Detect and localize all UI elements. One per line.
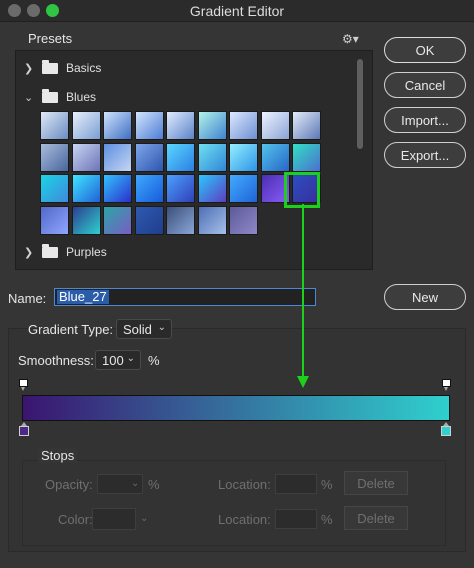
- location-label-color: Location:: [218, 512, 271, 527]
- annotation-arrow-head: [297, 376, 309, 388]
- presets-panel: ❯ Basics ⌄ Blues ❯ Purples: [15, 50, 373, 270]
- title-bar: Gradient Editor: [0, 0, 474, 22]
- presets-scroll-thumb[interactable]: [357, 59, 363, 149]
- gradient-swatch[interactable]: [71, 205, 101, 235]
- gradient-swatch[interactable]: [229, 142, 258, 172]
- opacity-stop-left[interactable]: [19, 379, 28, 391]
- gradient-swatch[interactable]: [197, 111, 227, 140]
- gradient-swatch[interactable]: [197, 205, 227, 235]
- gradient-swatch[interactable]: [103, 174, 132, 203]
- smoothness-label: Smoothness:: [18, 353, 94, 368]
- gradient-swatch[interactable]: [71, 142, 101, 172]
- opacity-unit: %: [148, 477, 160, 492]
- ok-button[interactable]: OK: [384, 37, 466, 63]
- gear-icon[interactable]: ⚙▾: [342, 32, 360, 46]
- gradient-swatch[interactable]: [229, 205, 258, 235]
- folder-label: Blues: [66, 90, 97, 104]
- gradient-swatch[interactable]: [40, 205, 69, 235]
- gradient-swatch[interactable]: [197, 142, 227, 172]
- folder-icon: [42, 243, 58, 258]
- delete-opacity-stop-button[interactable]: Delete: [344, 471, 408, 495]
- gradient-swatch[interactable]: [103, 111, 132, 140]
- location-unit-color: %: [321, 512, 333, 527]
- folder-basics[interactable]: ❯ Basics: [24, 57, 101, 79]
- gradient-swatch[interactable]: [134, 111, 164, 140]
- gradient-swatch[interactable]: [260, 111, 290, 140]
- gradient-swatch[interactable]: [166, 111, 195, 140]
- gradient-swatch[interactable]: [292, 174, 321, 203]
- color-stop-right[interactable]: [441, 422, 451, 438]
- smoothness-value: 100: [102, 352, 124, 368]
- chevron-right-icon[interactable]: ❯: [24, 246, 36, 259]
- delete-color-stop-button[interactable]: Delete: [344, 506, 408, 530]
- annotation-arrow-line: [302, 204, 304, 376]
- folder-label: Basics: [66, 61, 102, 75]
- gradient-swatch[interactable]: [40, 142, 69, 172]
- folder-blues[interactable]: ⌄ Blues: [24, 86, 96, 108]
- folder-purples[interactable]: ❯ Purples: [24, 241, 107, 263]
- name-input[interactable]: Blue_27: [54, 288, 316, 306]
- export-button[interactable]: Export...: [384, 142, 466, 168]
- gradient-swatch[interactable]: [71, 174, 101, 203]
- color-label: Color:: [58, 512, 93, 527]
- gradient-type-value: Solid: [123, 321, 152, 337]
- location-unit-opacity: %: [321, 477, 333, 492]
- chevron-down-icon: ⌄: [126, 353, 135, 364]
- gradient-preview-bar[interactable]: [22, 395, 450, 421]
- gradient-swatch[interactable]: [134, 142, 164, 172]
- cancel-button[interactable]: Cancel: [384, 72, 466, 98]
- gradient-swatch[interactable]: [134, 205, 164, 235]
- gradient-swatch[interactable]: [40, 111, 69, 140]
- name-label: Name:: [8, 291, 47, 306]
- smoothness-unit: %: [148, 353, 160, 368]
- chevron-down-icon: ⌄: [131, 478, 140, 489]
- chevron-down-icon: ⌄: [140, 513, 149, 524]
- chevron-right-icon[interactable]: ❯: [24, 62, 36, 75]
- name-value: Blue_27: [57, 289, 109, 304]
- window-title: Gradient Editor: [189, 3, 285, 19]
- gradient-swatch[interactable]: [166, 205, 195, 235]
- gradient-swatch[interactable]: [260, 142, 290, 172]
- gradient-swatch[interactable]: [292, 142, 321, 172]
- gradient-swatch[interactable]: [71, 111, 101, 140]
- color-swatch-input[interactable]: [92, 508, 136, 530]
- stops-label: Stops: [38, 448, 78, 463]
- opacity-label: Opacity:: [45, 477, 93, 492]
- gradient-type-label: Gradient Type:: [28, 322, 114, 337]
- presets-label: Presets: [28, 31, 73, 46]
- location-input-color[interactable]: [275, 509, 317, 529]
- new-button[interactable]: New: [384, 284, 466, 310]
- smoothness-input[interactable]: 100 ⌄: [95, 350, 141, 370]
- chevron-down-icon[interactable]: ⌄: [24, 91, 36, 104]
- gradient-swatch[interactable]: [260, 174, 290, 203]
- location-input-opacity[interactable]: [275, 474, 317, 494]
- gradient-swatch[interactable]: [103, 205, 132, 235]
- gradient-swatch[interactable]: [166, 174, 195, 203]
- gradient-swatch[interactable]: [166, 142, 195, 172]
- gradient-swatch[interactable]: [229, 111, 258, 140]
- gradient-swatch[interactable]: [229, 174, 258, 203]
- gradient-swatch[interactable]: [40, 174, 69, 203]
- color-stop-left[interactable]: [19, 422, 29, 438]
- gradient-type-select[interactable]: Solid ⌄: [116, 319, 172, 339]
- gradient-swatch[interactable]: [103, 142, 132, 172]
- gradient-swatch[interactable]: [134, 174, 164, 203]
- folder-label: Purples: [66, 245, 107, 259]
- opacity-stop-right[interactable]: [442, 379, 451, 391]
- chevron-down-icon: ⌄: [157, 322, 166, 333]
- folder-icon: [42, 88, 58, 103]
- location-label-opacity: Location:: [218, 477, 271, 492]
- import-button[interactable]: Import...: [384, 107, 466, 133]
- gradient-swatch[interactable]: [197, 174, 227, 203]
- folder-icon: [42, 59, 58, 74]
- gradient-swatch[interactable]: [292, 111, 321, 140]
